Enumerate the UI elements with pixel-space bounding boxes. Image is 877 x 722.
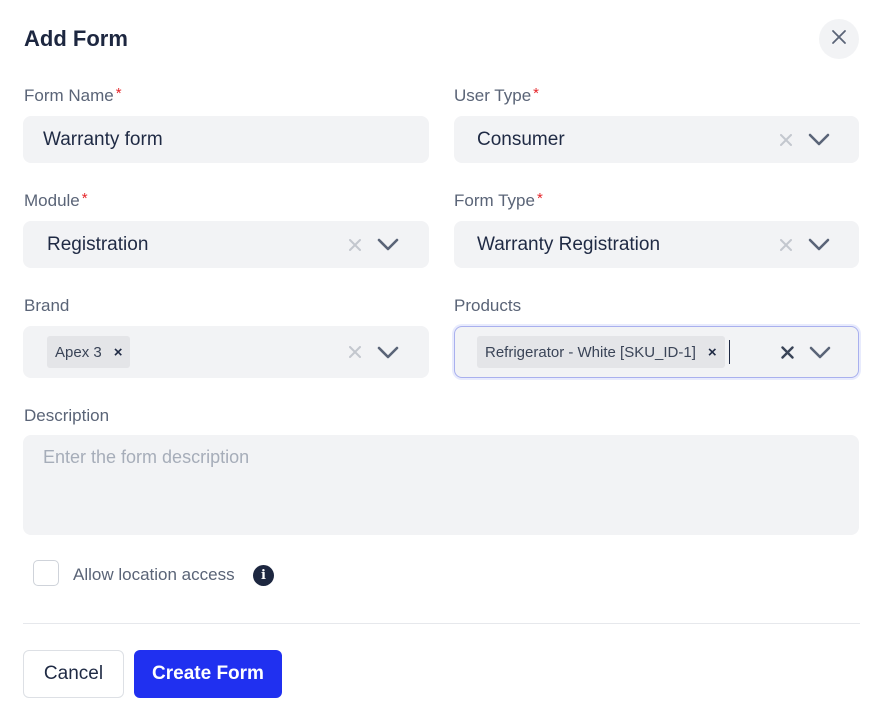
- chevron-down-icon[interactable]: [375, 342, 401, 362]
- form-name-value: Warranty form: [43, 128, 163, 150]
- brand-multiselect[interactable]: Apex 3 ×: [23, 326, 429, 378]
- allow-location-checkbox[interactable]: [33, 560, 59, 586]
- allow-location-label: Allow location access: [73, 565, 235, 584]
- form-type-label-text: Form Type: [454, 191, 535, 210]
- module-select[interactable]: Registration: [23, 221, 429, 268]
- chevron-down-icon[interactable]: [806, 130, 832, 150]
- chip-remove-icon[interactable]: ×: [708, 344, 717, 361]
- description-textarea[interactable]: Enter the form description: [23, 435, 859, 535]
- form-type-select[interactable]: Warranty Registration: [454, 221, 859, 268]
- chevron-down-icon[interactable]: [806, 235, 832, 255]
- cancel-button[interactable]: Cancel: [23, 650, 124, 698]
- product-chip: Refrigerator - White [SKU_ID-1] ×: [477, 336, 725, 368]
- close-button[interactable]: [819, 19, 859, 59]
- info-icon[interactable]: i: [253, 565, 274, 586]
- required-mark: *: [81, 190, 88, 207]
- brand-chip-label: Apex 3: [55, 343, 102, 361]
- text-cursor: [728, 340, 731, 364]
- add-form-dialog: Add Form Form Name * Warranty form User T…: [0, 0, 877, 722]
- module-label-text: Module: [24, 191, 80, 210]
- form-type-label: Form Type *: [454, 190, 543, 211]
- footer-divider: [23, 623, 860, 624]
- user-type-label: User Type *: [454, 85, 540, 106]
- required-mark: *: [115, 85, 122, 102]
- form-name-label-text: Form Name: [24, 86, 114, 105]
- brand-chip: Apex 3 ×: [47, 336, 131, 368]
- required-mark: *: [536, 190, 543, 207]
- product-chip-label: Refrigerator - White [SKU_ID-1]: [485, 343, 696, 361]
- products-multiselect[interactable]: Refrigerator - White [SKU_ID-1] ×: [454, 326, 859, 378]
- module-label: Module *: [24, 190, 88, 211]
- user-type-label-text: User Type: [454, 86, 532, 105]
- chevron-down-icon[interactable]: [807, 342, 833, 362]
- clear-icon[interactable]: [777, 342, 797, 362]
- brand-label: Brand: [24, 296, 70, 315]
- products-label: Products: [454, 296, 522, 315]
- form-name-input[interactable]: Warranty form: [23, 116, 429, 163]
- clear-icon[interactable]: [776, 235, 796, 255]
- form-name-label: Form Name *: [24, 85, 122, 106]
- chevron-down-icon[interactable]: [375, 235, 401, 255]
- form-type-value: Warranty Registration: [477, 233, 661, 255]
- clear-icon[interactable]: [776, 130, 796, 150]
- description-label: Description: [24, 406, 110, 425]
- info-icon-glyph: i: [261, 568, 266, 583]
- clear-icon[interactable]: [345, 235, 365, 255]
- user-type-select[interactable]: Consumer: [454, 116, 859, 163]
- dialog-title: Add Form: [24, 26, 128, 51]
- required-mark: *: [533, 85, 540, 102]
- close-icon: [831, 29, 847, 50]
- chip-remove-icon[interactable]: ×: [114, 344, 123, 361]
- create-form-button[interactable]: Create Form: [134, 650, 282, 698]
- module-value: Registration: [47, 233, 149, 255]
- user-type-value: Consumer: [477, 128, 565, 150]
- description-placeholder: Enter the form description: [43, 447, 250, 467]
- clear-icon[interactable]: [345, 342, 365, 362]
